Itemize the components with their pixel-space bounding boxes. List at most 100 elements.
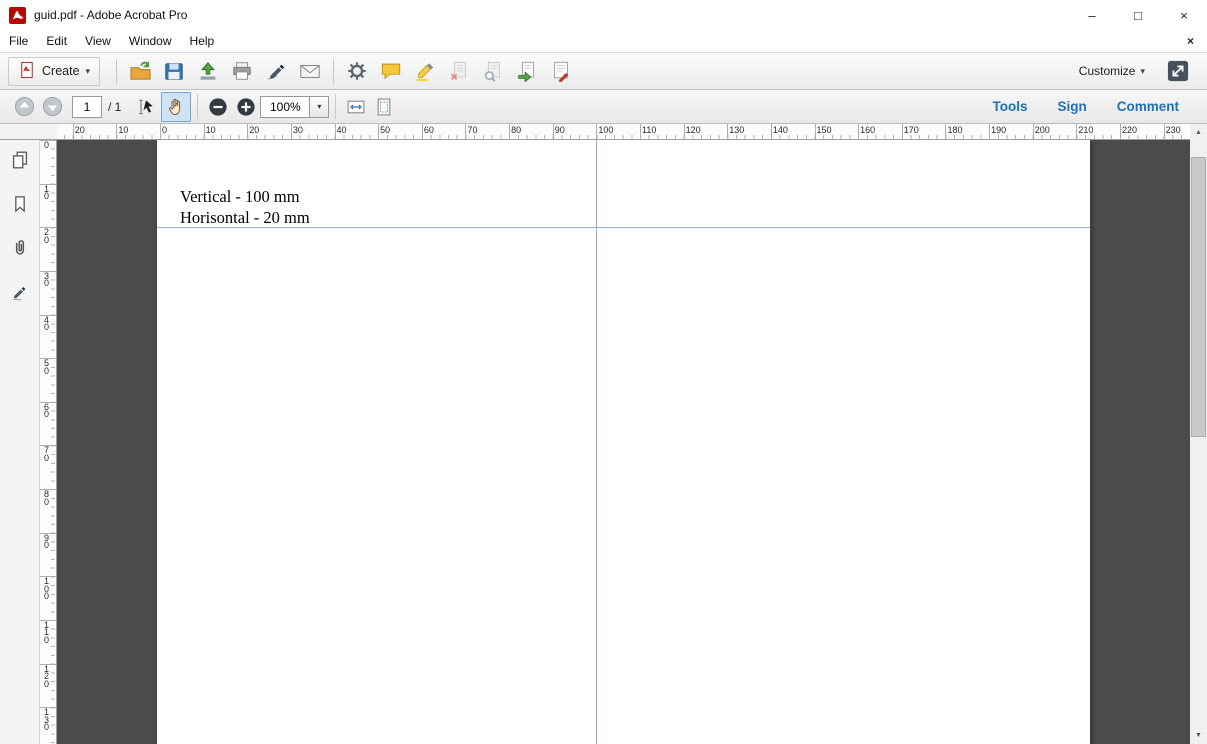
previous-page-button[interactable] (10, 93, 38, 121)
scroll-up-button[interactable]: ▲ (1190, 124, 1207, 141)
select-tool-button[interactable] (131, 92, 161, 122)
highlighter-icon (416, 63, 434, 82)
envelope-icon (300, 65, 320, 78)
paperclip-icon (15, 239, 24, 254)
print-button[interactable] (225, 56, 259, 86)
acrobat-window: guid.pdf - Adobe Acrobat Pro – □ × File … (0, 0, 1207, 744)
save-icon (165, 63, 183, 80)
comment-pane-button[interactable]: Comment (1117, 99, 1179, 114)
save-button[interactable] (157, 56, 191, 86)
zoom-in-button[interactable] (232, 93, 260, 121)
horizontal-guide[interactable] (157, 227, 1090, 229)
sign-pen-button[interactable] (259, 56, 293, 86)
menubar-close-icon[interactable]: × (1174, 34, 1207, 48)
create-icon (18, 61, 36, 82)
page-number-input[interactable] (72, 95, 102, 118)
sign-pane-button[interactable]: Sign (1057, 99, 1086, 114)
customize-button[interactable]: Customize ▾ (1079, 64, 1145, 78)
chevron-down-icon: ▾ (317, 102, 322, 111)
menu-help[interactable]: Help (181, 30, 224, 52)
document-canvas[interactable]: Vertical - 100 mm Horisontal - 20 mm (57, 140, 1190, 744)
printer-icon (233, 62, 251, 80)
minimize-button[interactable]: – (1069, 0, 1115, 30)
menu-view[interactable]: View (76, 30, 120, 52)
pages-icon (12, 151, 27, 168)
toolbar-separator (197, 94, 199, 119)
create-button[interactable]: Create ▾ (8, 56, 101, 86)
zoom-level-input[interactable] (260, 95, 311, 118)
document-search-button[interactable] (476, 56, 510, 86)
upload-cloud-button[interactable] (191, 56, 225, 86)
fit-width-icon (348, 100, 365, 113)
titlebar: guid.pdf - Adobe Acrobat Pro – □ × (0, 0, 1207, 30)
menu-window[interactable]: Window (120, 30, 181, 52)
open-folder-icon (130, 60, 151, 80)
horizontal-ruler[interactable]: 20 10 0 10 20 30 40 50 60 70 80 90 100 110 120 130 140 15… (57, 124, 1190, 140)
ruler-corner (0, 124, 57, 140)
vertical-guide[interactable] (596, 140, 598, 744)
close-button[interactable]: × (1161, 0, 1207, 30)
vertical-ruler[interactable]: 01 02 03 04 05 06 07 08 09 01 0 01 1 01 … (40, 140, 57, 744)
window-controls: – □ × (1069, 0, 1207, 30)
toolbar-separator (335, 94, 337, 119)
create-label: Create (42, 64, 80, 78)
minus-circle-icon (209, 97, 227, 116)
fullscreen-button[interactable] (1161, 56, 1195, 86)
hand-icon (169, 98, 181, 115)
page-text-block: Vertical - 100 mm Horisontal - 20 mm (180, 186, 310, 228)
vertical-scrollbar[interactable]: ▲ ▼ (1190, 124, 1207, 744)
menu-edit[interactable]: Edit (37, 30, 76, 52)
next-page-button[interactable] (38, 93, 66, 121)
customize-label: Customize (1078, 64, 1136, 78)
signatures-button[interactable] (6, 278, 34, 305)
page-count-label: / 1 (108, 99, 122, 114)
main-toolbar: Create ▾ Customize ▾ (0, 52, 1207, 90)
page-text-line: Horisontal - 20 mm (180, 208, 310, 227)
email-button[interactable] (293, 56, 327, 86)
scrollbar-thumb[interactable] (1191, 157, 1206, 437)
bookmarks-button[interactable] (6, 190, 34, 217)
signature-icon (12, 286, 25, 300)
attachments-button[interactable] (6, 234, 34, 261)
toolbar-right: Customize ▾ (1079, 56, 1199, 86)
chevron-down-icon: ▾ (1140, 65, 1145, 76)
chevron-down-icon: ▾ (85, 65, 91, 76)
toolbar-separator (116, 58, 118, 84)
highlight-text-button[interactable] (408, 56, 442, 86)
settings-button[interactable] (340, 56, 374, 86)
maximize-button[interactable]: □ (1115, 0, 1161, 30)
arrow-up-icon (14, 96, 34, 117)
fit-page-button[interactable] (370, 93, 398, 121)
toolbar-separator (333, 58, 335, 84)
select-cursor-icon (139, 99, 154, 114)
upload-icon (200, 62, 216, 80)
zoom-out-button[interactable] (204, 93, 232, 121)
fit-page-icon (378, 98, 391, 115)
edit-form-button[interactable] (544, 56, 578, 86)
page-text-line: Vertical - 100 mm (180, 187, 300, 206)
zoom-dropdown-button[interactable]: ▾ (310, 95, 330, 118)
open-file-button[interactable] (123, 56, 157, 86)
arrow-down-icon (42, 96, 62, 117)
window-title: guid.pdf - Adobe Acrobat Pro (34, 8, 188, 22)
pdf-page[interactable]: Vertical - 100 mm Horisontal - 20 mm (157, 140, 1090, 744)
gear-icon (348, 62, 366, 80)
comment-button[interactable] (374, 56, 408, 86)
document-delete-button[interactable] (442, 56, 476, 86)
acrobat-icon (9, 6, 26, 24)
menu-file[interactable]: File (0, 30, 37, 52)
document-arrow-icon (518, 61, 534, 82)
scroll-down-button[interactable]: ▼ (1190, 727, 1207, 744)
hand-tool-button[interactable] (161, 91, 192, 122)
menubar: File Edit View Window Help × (0, 30, 1207, 52)
navigation-pane (0, 140, 40, 744)
document-magnifier-icon (484, 61, 500, 82)
pen-icon (267, 64, 285, 80)
fit-width-button[interactable] (342, 93, 370, 121)
task-pane-links: Tools Sign Comment (992, 99, 1197, 114)
page-thumbnails-button[interactable] (6, 146, 34, 173)
form-pen-icon (554, 61, 569, 82)
tools-pane-button[interactable]: Tools (992, 99, 1027, 114)
document-x-icon (451, 61, 466, 80)
document-export-button[interactable] (510, 56, 544, 86)
